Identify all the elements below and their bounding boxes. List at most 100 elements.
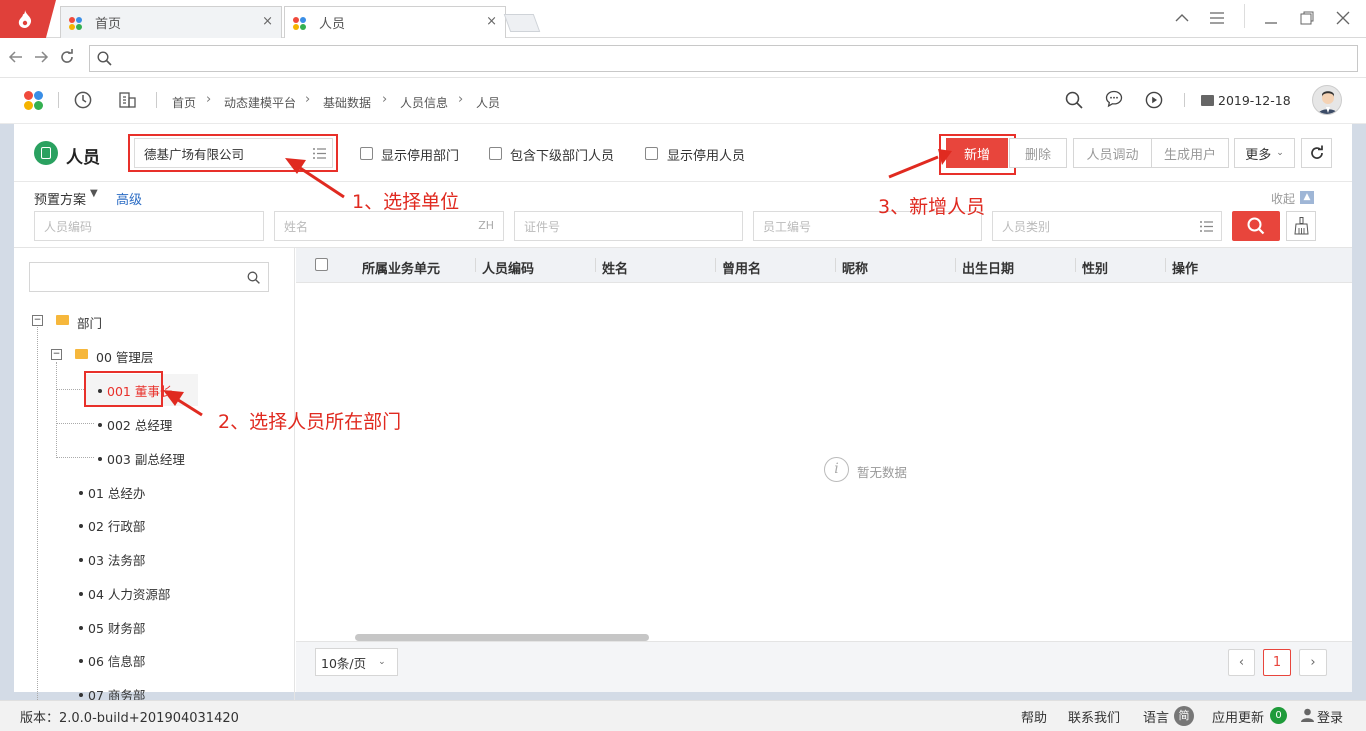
login-link[interactable]: 登录	[1317, 707, 1343, 726]
id-number-filter-input[interactable]: 证件号	[514, 211, 743, 241]
column-header[interactable]: 所属业务单元	[362, 258, 440, 277]
chevron-up-icon[interactable]	[1170, 6, 1194, 30]
building-icon[interactable]	[119, 91, 136, 108]
tree-node-department[interactable]: 06 信息部	[79, 651, 145, 670]
show-disabled-personnel-checkbox[interactable]	[645, 147, 658, 160]
tree-node-department[interactable]: 02 行政部	[79, 516, 145, 535]
column-divider[interactable]	[835, 258, 836, 272]
message-icon[interactable]	[1105, 90, 1123, 108]
breadcrumb-item[interactable]: 基础数据	[323, 94, 371, 111]
add-button[interactable]: 新增	[946, 138, 1008, 168]
new-tab-button[interactable]	[503, 14, 541, 32]
tab-personnel-label: 人员	[319, 17, 346, 32]
address-input[interactable]	[89, 45, 1358, 72]
checkbox-label: 显示停用人员	[667, 149, 746, 164]
column-divider[interactable]	[1165, 258, 1166, 272]
tree-node-chairman[interactable]: 001 董事长	[98, 381, 172, 400]
refresh-button[interactable]	[1301, 138, 1332, 168]
unit-selector-value: 德基广场有限公司	[144, 146, 245, 162]
personnel-type-filter-input[interactable]: 人员类别	[992, 211, 1222, 241]
tree-node-department[interactable]: 04 人力资源部	[79, 584, 170, 603]
tree-guide-line	[37, 327, 38, 700]
language-link[interactable]: 语言	[1143, 707, 1169, 726]
breadcrumb-item[interactable]: 人员信息	[400, 94, 448, 111]
column-divider[interactable]	[595, 258, 596, 272]
current-page-button[interactable]: 1	[1263, 649, 1291, 676]
name-filter-input[interactable]: 姓名 ZH	[274, 211, 504, 241]
tree-node-gm[interactable]: 002 总经理	[98, 415, 172, 434]
tab-home[interactable]: 首页 ×	[60, 6, 282, 38]
column-header[interactable]: 操作	[1172, 258, 1198, 277]
column-header[interactable]: 曾用名	[722, 258, 761, 277]
search-button[interactable]	[1232, 211, 1280, 241]
reload-icon[interactable]	[59, 49, 75, 65]
column-divider[interactable]	[955, 258, 956, 272]
collapse-link[interactable]: 收起	[1271, 190, 1295, 207]
restore-icon[interactable]	[1295, 6, 1319, 30]
close-icon[interactable]: ×	[486, 14, 497, 29]
contact-link[interactable]: 联系我们	[1068, 707, 1120, 726]
app-logo-icon[interactable]	[24, 91, 44, 111]
personnel-type-placeholder: 人员类别	[1002, 219, 1051, 234]
chevron-right-icon: ›	[382, 92, 388, 107]
select-all-checkbox[interactable]	[315, 258, 328, 271]
column-divider[interactable]	[475, 258, 476, 272]
minimize-icon[interactable]	[1259, 6, 1283, 30]
checkbox-label: 包含下级部门人员	[510, 149, 615, 164]
column-header[interactable]: 昵称	[842, 258, 868, 277]
chevron-up-icon[interactable]: ▲	[1300, 191, 1314, 204]
column-divider[interactable]	[715, 258, 716, 272]
tree-search-input[interactable]	[29, 262, 269, 292]
more-button[interactable]: 更多 ⌄	[1234, 138, 1295, 168]
tree-node-department[interactable]: 03 法务部	[79, 550, 145, 569]
horizontal-scrollbar[interactable]	[355, 634, 649, 641]
play-icon[interactable]	[1145, 91, 1163, 109]
show-disabled-departments-checkbox[interactable]	[360, 147, 373, 160]
clock-icon[interactable]	[74, 91, 92, 109]
help-link[interactable]: 帮助	[1021, 707, 1047, 726]
column-header[interactable]: 人员编码	[482, 258, 534, 277]
advanced-link[interactable]: 高级	[116, 189, 142, 208]
code-filter-input[interactable]: 人员编码	[34, 211, 264, 241]
avatar[interactable]	[1312, 85, 1342, 115]
page-size-select[interactable]: 10条/页 ⌄	[315, 648, 398, 676]
preset-dropdown[interactable]: 预置方案	[34, 189, 86, 208]
column-header[interactable]: 性别	[1082, 258, 1108, 277]
tree-node-management[interactable]: 00 管理层	[96, 347, 153, 366]
tree-node-department[interactable]: 01 总经办	[79, 483, 145, 502]
breadcrumb-item[interactable]: 人员	[476, 94, 500, 111]
column-header[interactable]: 出生日期	[962, 258, 1014, 277]
flame-icon	[18, 10, 32, 28]
column-divider[interactable]	[1075, 258, 1076, 272]
close-window-icon[interactable]	[1331, 6, 1355, 30]
tree-guide-line	[56, 423, 94, 424]
column-header[interactable]: 姓名	[602, 258, 628, 277]
search-icon[interactable]	[1065, 91, 1083, 109]
tab-personnel[interactable]: 人员 ×	[284, 6, 506, 38]
delete-button[interactable]: 删除	[1009, 138, 1067, 168]
breadcrumb-item[interactable]: 首页	[172, 94, 196, 111]
list-icon	[313, 148, 326, 159]
unit-selector[interactable]: 德基广场有限公司	[134, 138, 333, 168]
next-page-button[interactable]: ›	[1299, 649, 1327, 676]
tree-root[interactable]: 部门	[77, 313, 102, 332]
annotation-step1: 1、选择单位	[352, 191, 460, 213]
info-icon: i	[824, 457, 849, 482]
generate-user-button[interactable]: 生成用户	[1151, 138, 1229, 168]
back-icon[interactable]	[8, 49, 24, 65]
collapse-toggle-icon[interactable]: −	[51, 349, 62, 360]
transfer-button[interactable]: 人员调动	[1073, 138, 1152, 168]
tree-node-deputy-gm[interactable]: 003 副总经理	[98, 449, 185, 468]
breadcrumb-item[interactable]: 动态建模平台	[224, 94, 296, 111]
clear-filter-button[interactable]	[1286, 211, 1316, 241]
include-sub-departments-checkbox[interactable]	[489, 147, 502, 160]
tree-node-department[interactable]: 05 财务部	[79, 618, 145, 637]
language-badge[interactable]: 简	[1174, 706, 1194, 726]
content-card	[14, 124, 1352, 692]
close-icon[interactable]: ×	[262, 14, 273, 29]
menu-icon[interactable]	[1205, 6, 1229, 30]
forward-icon[interactable]	[33, 49, 49, 65]
updates-link[interactable]: 应用更新	[1212, 707, 1264, 726]
prev-page-button[interactable]: ‹	[1228, 649, 1255, 676]
collapse-toggle-icon[interactable]: −	[32, 315, 43, 326]
